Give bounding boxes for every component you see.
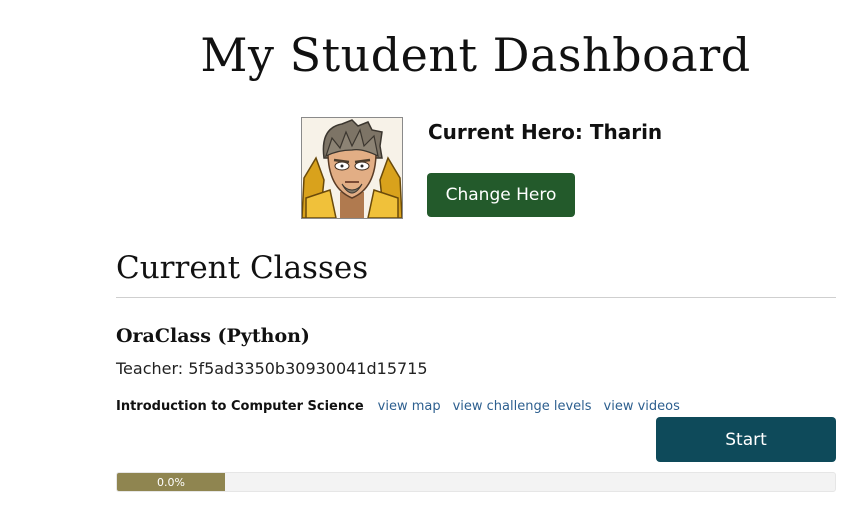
page-title: My Student Dashboard [200, 28, 751, 82]
start-course-button[interactable]: Start [656, 417, 836, 462]
view-map-link[interactable]: view map [378, 399, 441, 414]
course-name: Introduction to Computer Science [116, 399, 364, 414]
course-row: Introduction to Computer Science view ma… [116, 399, 692, 414]
course-progress-fill: 0.0% [117, 473, 225, 491]
class-teacher: Teacher: 5f5ad3350b30930041d15715 [116, 359, 428, 378]
section-divider [116, 297, 836, 298]
view-videos-link[interactable]: view videos [604, 399, 680, 414]
course-progress-bar: 0.0% [116, 472, 836, 492]
current-hero-label: Current Hero: Tharin [428, 120, 663, 144]
hero-portrait-icon [302, 119, 402, 218]
current-classes-heading: Current Classes [116, 250, 369, 286]
change-hero-button[interactable]: Change Hero [427, 173, 575, 217]
class-name: OraClass (Python) [116, 325, 310, 347]
view-challenge-levels-link[interactable]: view challenge levels [453, 399, 592, 414]
hero-portrait-image [301, 117, 403, 219]
